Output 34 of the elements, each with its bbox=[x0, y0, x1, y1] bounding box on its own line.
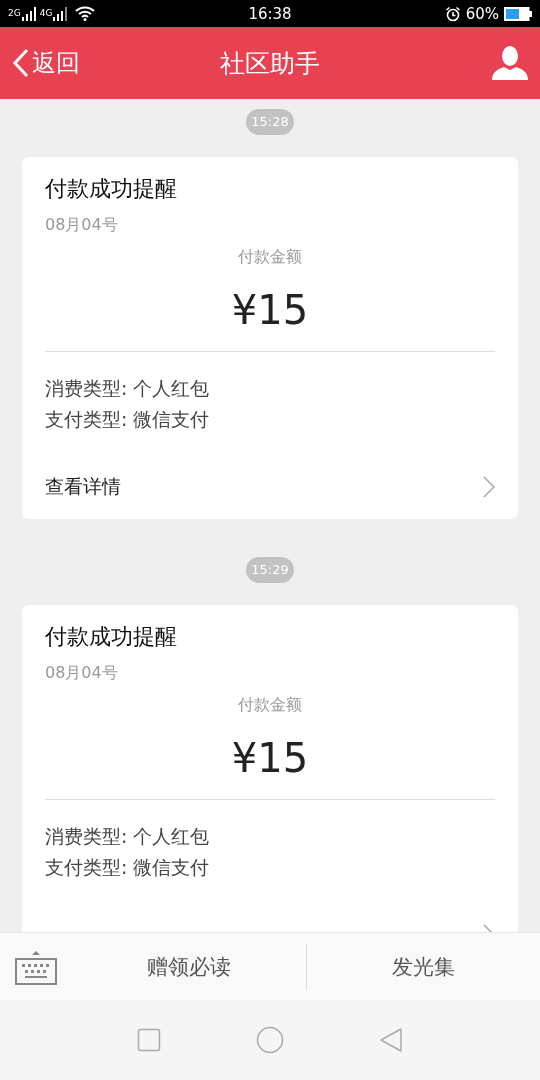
detail-line: 消费类型: 个人红包 bbox=[45, 376, 210, 401]
battery-icon bbox=[504, 6, 532, 21]
alarm-icon bbox=[444, 5, 461, 22]
card-date: 08月04号 bbox=[45, 214, 118, 236]
menu-button[interactable]: 发光集 bbox=[306, 944, 540, 989]
recents-button[interactable] bbox=[137, 1028, 162, 1052]
home-button[interactable] bbox=[256, 1026, 284, 1054]
detail-line: 支付类型: 微信支付 bbox=[45, 855, 210, 880]
signal-icon bbox=[53, 6, 68, 21]
network-type-label: 2G bbox=[8, 8, 21, 18]
view-details-link[interactable]: 查看详情 bbox=[45, 465, 495, 509]
clock-time: 16:38 bbox=[248, 4, 292, 23]
signal-icon bbox=[21, 6, 36, 21]
menu-button[interactable]: 赠领必读 bbox=[72, 944, 306, 989]
battery-percent: 60% bbox=[465, 4, 499, 23]
card-title: 付款成功提醒 bbox=[45, 175, 177, 203]
page-title: 社区助手 bbox=[220, 47, 320, 80]
network-type-label: 4G bbox=[39, 8, 53, 18]
detail-line: 消费类型: 个人红包 bbox=[45, 824, 210, 849]
card-title: 付款成功提醒 bbox=[45, 623, 177, 651]
card-date: 08月04号 bbox=[45, 662, 118, 684]
user-icon[interactable] bbox=[492, 46, 528, 80]
amount-value: ¥15 bbox=[231, 286, 309, 335]
back-nav-button[interactable] bbox=[378, 1027, 403, 1053]
message-time: 15:28 bbox=[246, 109, 294, 135]
amount-label: 付款金额 bbox=[238, 246, 302, 268]
detail-line: 支付类型: 微信支付 bbox=[45, 407, 210, 432]
wifi-icon bbox=[75, 6, 96, 21]
amount-label: 付款金额 bbox=[238, 694, 302, 716]
amount-value: ¥15 bbox=[231, 734, 309, 783]
keyboard-icon[interactable] bbox=[15, 948, 57, 985]
chevron-left-icon bbox=[12, 48, 30, 78]
message-time: 15:29 bbox=[246, 557, 294, 583]
back-button[interactable]: 返回 bbox=[12, 47, 80, 79]
